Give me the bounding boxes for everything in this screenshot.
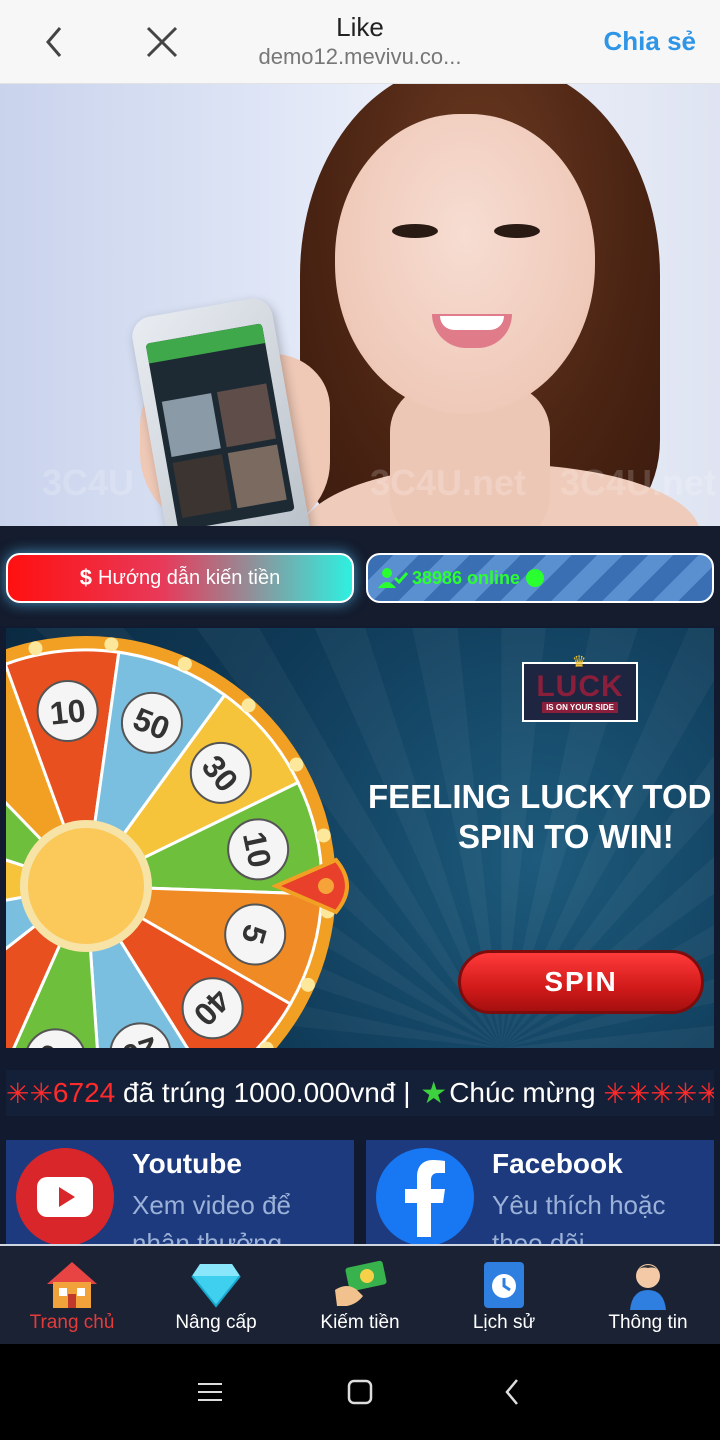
system-back-button[interactable] — [492, 1372, 532, 1412]
wheel-pointer-dot — [318, 878, 334, 894]
nav-item-upgrade[interactable]: Nâng cấp — [144, 1246, 288, 1346]
luck-logo-word: LUCK — [536, 669, 624, 703]
wheel-light — [316, 828, 331, 843]
page-url: demo12.mevivu.co... — [258, 44, 462, 69]
hero-eye-left — [392, 224, 438, 238]
home-icon — [45, 1260, 99, 1310]
nav-label: Thông tin — [608, 1312, 688, 1333]
watermark-text: 3C4U.net — [370, 462, 527, 503]
wheel-hub — [20, 820, 152, 952]
hero-eye-right — [494, 224, 540, 238]
wheel-value-label: 10 — [48, 692, 87, 732]
card-title: Youtube — [132, 1148, 242, 1179]
hero-teeth — [440, 316, 504, 330]
winner-ticker: ✳✳ 6724 đã trúng 1000.000vnđ | ★ Chúc mừ… — [6, 1070, 714, 1116]
nav-item-profile[interactable]: Thông tin — [576, 1246, 720, 1346]
chevron-left-icon — [505, 1379, 518, 1405]
card-description: Yêu thích hoặc theo dõi — [492, 1190, 666, 1244]
page-title: Like — [336, 12, 384, 42]
wheel-light — [300, 977, 315, 992]
ticker-suffix-stars: ✳✳✳✳✳ — [603, 1077, 714, 1109]
card-description: Xem video để nhận thưởng — [132, 1190, 291, 1244]
spin-button[interactable]: SPIN — [458, 950, 704, 1014]
online-count-text: 38986 online — [412, 567, 521, 588]
luck-logo-tagline: IS ON YOUR SIDE — [542, 701, 618, 713]
nav-label: Kiếm tiền — [320, 1312, 400, 1333]
hero-phone-screen — [145, 323, 295, 526]
earning-guide-button[interactable]: $ Hướng dẫn kiến tiền — [6, 553, 354, 603]
back-button[interactable] — [30, 22, 78, 62]
watermark-text: 3C4U — [42, 462, 135, 503]
luck-logo: ♛ LUCK IS ON YOUR SIDE — [522, 654, 638, 722]
profile-icon — [621, 1260, 675, 1310]
wheel-light — [177, 657, 192, 672]
phone-tile — [217, 383, 276, 448]
ticker-congrats: Chúc mừng — [449, 1077, 604, 1108]
diamond-icon — [189, 1260, 243, 1310]
wheel-value-label: 10 — [236, 828, 279, 870]
menu-icon — [198, 1383, 222, 1401]
ticker-user-digits: 6724 — [52, 1077, 116, 1108]
wheel-light — [104, 637, 119, 652]
card-title: Facebook — [492, 1148, 623, 1179]
star-icon: ★ — [420, 1076, 448, 1110]
banner-slogan-line2: SPIN TO WIN! — [458, 818, 674, 855]
crown-icon: ♛ — [572, 654, 587, 671]
nav-label: Trang chủ — [29, 1312, 115, 1333]
wheel-light — [241, 698, 256, 713]
money-icon — [333, 1260, 387, 1310]
watermark-text: 3C4U.net — [560, 462, 717, 503]
phone-tile — [161, 393, 221, 457]
close-icon — [146, 26, 178, 58]
dollar-icon: $ — [79, 565, 93, 590]
nav-label: Nâng cấp — [175, 1312, 257, 1333]
banner-slogan-line1: FEELING LUCKY TOD — [368, 778, 712, 815]
youtube-task-card[interactable]: Youtube Xem video để nhận thưởng — [6, 1140, 354, 1244]
lucky-spin-banner[interactable]: 105030105402050 ♛ LUCK IS ON YOUR SIDE F… — [6, 628, 714, 1048]
home-button[interactable] — [340, 1372, 380, 1412]
nav-item-earn[interactable]: Kiếm tiền — [288, 1246, 432, 1346]
ticker-message: đã trúng 1000.000vnđ | — [115, 1077, 419, 1108]
square-icon — [347, 1379, 373, 1405]
online-counter: 38986 online — [366, 553, 714, 603]
nav-label: Lịch sử — [472, 1312, 536, 1333]
wheel-light — [28, 641, 43, 656]
history-icon — [477, 1260, 531, 1310]
wheel-light — [289, 757, 304, 772]
prize-wheel: 105030105402050 — [6, 636, 349, 1048]
recent-apps-button[interactable] — [190, 1372, 230, 1412]
hero-face — [335, 114, 595, 414]
nav-item-history[interactable]: Lịch sử — [432, 1246, 576, 1346]
close-button[interactable] — [140, 20, 184, 64]
earning-guide-label: Hướng dẫn kiến tiền — [98, 566, 281, 589]
phone-screen-bar — [145, 323, 266, 364]
facebook-icon — [376, 1148, 474, 1244]
chevron-left-icon — [46, 27, 62, 57]
online-status-dot — [526, 569, 545, 587]
facebook-task-card[interactable]: Facebook Yêu thích hoặc theo dõi — [366, 1140, 714, 1244]
nav-item-home[interactable]: Trang chủ — [0, 1246, 144, 1346]
hero-banner-image: 3C4U 3C4U.net 3C4U.net — [0, 84, 720, 526]
share-button[interactable]: Chia sẻ — [604, 26, 697, 57]
bottom-navigation: Trang chủ Nâng cấp Kiếm tiền Lịch sử Thô… — [0, 1244, 720, 1344]
youtube-icon — [16, 1148, 114, 1244]
system-navigation-bar — [0, 1344, 720, 1440]
user-check-icon — [378, 568, 408, 588]
phone-tile — [227, 444, 287, 509]
ticker-prefix-stars: ✳✳ — [6, 1077, 53, 1109]
phone-tile — [172, 454, 232, 519]
browser-top-bar: Like demo12.mevivu.co... Chia sẻ — [0, 0, 720, 84]
